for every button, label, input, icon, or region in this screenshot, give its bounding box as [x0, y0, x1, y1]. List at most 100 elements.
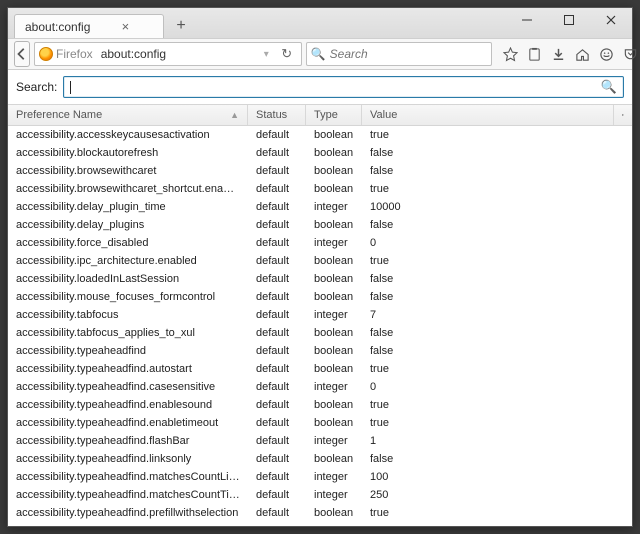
pref-status: default — [248, 435, 306, 447]
pref-value: 250 — [362, 489, 632, 501]
col-status[interactable]: Status — [248, 105, 306, 125]
pref-row[interactable]: accessibility.mouse_focuses_formcontrold… — [8, 288, 632, 306]
pref-status: default — [248, 453, 306, 465]
pref-row[interactable]: accessibility.typeaheadfind.casesensitiv… — [8, 378, 632, 396]
close-window-button[interactable] — [590, 8, 632, 32]
maximize-button[interactable] — [548, 8, 590, 32]
pref-name: accessibility.typeaheadfind.prefillwiths… — [8, 507, 248, 519]
back-button[interactable] — [14, 41, 30, 67]
pref-row[interactable]: accessibility.blockautorefreshdefaultboo… — [8, 144, 632, 162]
pref-value: false — [362, 453, 632, 465]
navbar: Firefox ▾ ↻ 🔍 — [8, 38, 632, 70]
pref-row[interactable]: accessibility.browsewithcaret_shortcut.e… — [8, 180, 632, 198]
pref-row[interactable]: accessibility.typeaheadfind.enabletimeou… — [8, 414, 632, 432]
pref-row[interactable]: accessibility.typeaheadfind.matchesCount… — [8, 468, 632, 486]
preference-list[interactable]: accessibility.accesskeycausesactivationd… — [8, 126, 632, 526]
star-icon — [503, 47, 518, 62]
filter-input[interactable] — [71, 80, 600, 94]
pref-name: accessibility.blockautorefresh — [8, 147, 248, 159]
pref-name: accessibility.typeaheadfind.matchesCount… — [8, 471, 248, 483]
pref-name: accessibility.browsewithcaret — [8, 165, 248, 177]
pref-type: integer — [306, 309, 362, 321]
identity-box[interactable]: Firefox — [39, 47, 97, 61]
pref-row[interactable]: accessibility.tabfocus_applies_to_xuldef… — [8, 324, 632, 342]
pref-value: false — [362, 327, 632, 339]
home-button[interactable] — [572, 43, 594, 65]
pref-type: boolean — [306, 147, 362, 159]
pref-type: integer — [306, 381, 362, 393]
column-picker[interactable] — [614, 105, 632, 125]
about-config-content: Search: 🔍 Preference Name ▲ Status Type … — [8, 70, 632, 526]
pref-name: accessibility.ipc_architecture.enabled — [8, 255, 248, 267]
pref-row[interactable]: accessibility.typeaheadfind.matchesCount… — [8, 486, 632, 504]
pref-row[interactable]: accessibility.typeaheadfind.prefillwiths… — [8, 504, 632, 522]
pref-row[interactable]: accessibility.delay_plugin_timedefaultin… — [8, 198, 632, 216]
reading-list-button[interactable] — [524, 43, 546, 65]
hello-button[interactable] — [596, 43, 618, 65]
pref-row[interactable]: accessibility.force_disableddefaultinteg… — [8, 234, 632, 252]
pref-value: 0 — [362, 237, 632, 249]
pref-type: boolean — [306, 345, 362, 357]
col-label: Preference Name — [16, 109, 102, 121]
col-preference-name[interactable]: Preference Name ▲ — [8, 105, 248, 125]
pref-row[interactable]: accessibility.typeaheadfinddefaultboolea… — [8, 342, 632, 360]
pref-type: integer — [306, 471, 362, 483]
pref-row[interactable]: accessibility.ipc_architecture.enabledde… — [8, 252, 632, 270]
magnifier-icon: 🔍 — [601, 79, 617, 95]
pref-type: boolean — [306, 507, 362, 519]
bookmark-star-button[interactable] — [500, 43, 522, 65]
pref-status: default — [248, 291, 306, 303]
pref-name: accessibility.delay_plugin_time — [8, 201, 248, 213]
minimize-button[interactable] — [506, 8, 548, 32]
pref-type: boolean — [306, 327, 362, 339]
tab-active[interactable]: about:config × — [14, 14, 164, 38]
url-input[interactable] — [101, 47, 256, 61]
pref-row[interactable]: accessibility.tabfocusdefaultinteger7 — [8, 306, 632, 324]
search-input[interactable] — [330, 47, 487, 61]
home-icon — [575, 47, 590, 62]
search-bar[interactable]: 🔍 — [306, 42, 492, 66]
pref-value: true — [362, 417, 632, 429]
pref-name: accessibility.typeaheadfind.linksonly — [8, 453, 248, 465]
col-value[interactable]: Value — [362, 105, 614, 125]
pref-row[interactable]: accessibility.accesskeycausesactivationd… — [8, 126, 632, 144]
downloads-button[interactable] — [548, 43, 570, 65]
pref-type: boolean — [306, 399, 362, 411]
pref-row[interactable]: accessibility.typeaheadfind.soundURLdefa… — [8, 522, 632, 526]
pref-status: default — [248, 363, 306, 375]
pref-value: 7 — [362, 309, 632, 321]
pref-row[interactable]: accessibility.typeaheadfind.flashBardefa… — [8, 432, 632, 450]
pref-type: boolean — [306, 417, 362, 429]
url-dropdown-icon[interactable]: ▾ — [260, 49, 273, 60]
pref-status: default — [248, 237, 306, 249]
url-bar[interactable]: Firefox ▾ ↻ — [34, 42, 302, 66]
pref-status: default — [248, 381, 306, 393]
window-controls — [506, 8, 632, 32]
reload-button[interactable]: ↻ — [277, 46, 297, 62]
pref-status: default — [248, 309, 306, 321]
pref-row[interactable]: accessibility.typeaheadfind.enablesoundd… — [8, 396, 632, 414]
pref-row[interactable]: accessibility.loadedInLastSessiondefault… — [8, 270, 632, 288]
identity-label: Firefox — [56, 47, 93, 61]
pref-status: default — [248, 255, 306, 267]
tab-close-icon[interactable]: × — [118, 20, 132, 34]
pref-row[interactable]: accessibility.delay_pluginsdefaultboolea… — [8, 216, 632, 234]
col-type[interactable]: Type — [306, 105, 362, 125]
pref-value: false — [362, 165, 632, 177]
browser-window: about:config × + Firefox — [7, 7, 633, 527]
pref-value: 100 — [362, 471, 632, 483]
titlebar: about:config × + — [8, 8, 632, 38]
pref-type: string — [306, 525, 362, 526]
filter-box[interactable]: 🔍 — [63, 76, 624, 98]
pocket-button[interactable] — [620, 43, 640, 65]
clipboard-icon — [527, 47, 542, 62]
new-tab-button[interactable]: + — [168, 15, 194, 37]
pref-row[interactable]: accessibility.typeaheadfind.autostartdef… — [8, 360, 632, 378]
pref-value: 0 — [362, 381, 632, 393]
table-header: Preference Name ▲ Status Type Value — [8, 104, 632, 126]
pref-row[interactable]: accessibility.typeaheadfind.linksonlydef… — [8, 450, 632, 468]
pref-status: default — [248, 399, 306, 411]
pref-row[interactable]: accessibility.browsewithcaretdefaultbool… — [8, 162, 632, 180]
pref-type: integer — [306, 489, 362, 501]
close-icon — [606, 15, 616, 25]
